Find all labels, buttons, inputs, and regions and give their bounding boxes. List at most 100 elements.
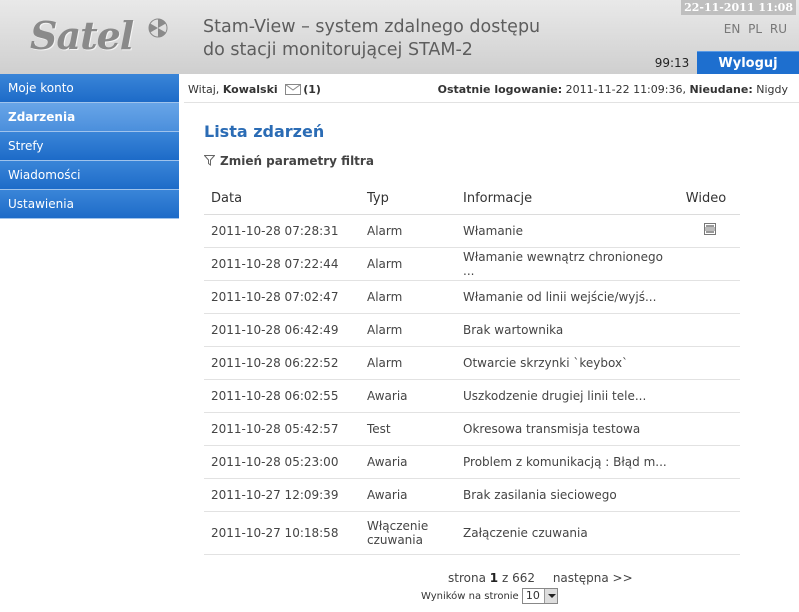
mail-icon[interactable]	[285, 83, 302, 95]
column-header-video: Wideo	[672, 184, 740, 215]
event-date: 2011-10-27 10:18:58	[204, 511, 360, 555]
event-info: Otwarcie skrzynki `keybox`	[456, 346, 672, 380]
logo-text: Satel	[30, 13, 134, 58]
event-video	[672, 313, 740, 347]
event-video	[672, 511, 740, 555]
column-header-info[interactable]: Informacje	[456, 184, 672, 215]
event-video	[672, 247, 740, 281]
event-video	[672, 478, 740, 512]
event-info: Włamanie	[456, 214, 672, 248]
chevron-down-icon	[543, 589, 557, 603]
results-per-page: Wyników na stronie 10	[421, 588, 558, 604]
event-type: Włączenie czuwania	[360, 511, 456, 555]
event-date: 2011-10-28 06:42:49	[204, 313, 360, 347]
table-row[interactable]: 2011-10-28 05:42:57 Test Okresowa transm…	[204, 412, 740, 446]
failed-logins-label: Nieudane:	[689, 83, 753, 96]
event-info: Problem z komunikacją : Błąd m...	[456, 445, 672, 479]
event-video	[672, 280, 740, 314]
results-per-page-select[interactable]: 10	[521, 588, 558, 604]
sidebar-item-strefy[interactable]: Strefy	[0, 132, 179, 161]
info-bar: Witaj, Kowalski (1) Ostatnie logowanie: …	[184, 79, 799, 103]
app-title: Stam-View – system zdalnego dostępu do s…	[203, 16, 623, 62]
next-page-link[interactable]: następna >>	[553, 571, 633, 585]
sidebar-item-moje-konto[interactable]: Moje konto	[0, 74, 179, 103]
current-datetime: 22-11-2011 11:08	[681, 0, 796, 15]
table-row[interactable]: 2011-10-27 12:09:39 Awaria Brak zasilani…	[204, 478, 740, 512]
event-info: Włamanie wewnątrz chronionego ...	[456, 247, 672, 281]
change-filter-link[interactable]: Zmień parametry filtra	[203, 154, 374, 168]
event-type: Test	[360, 412, 456, 446]
event-video	[672, 379, 740, 413]
column-header-type[interactable]: Typ	[360, 184, 456, 215]
pagination: strona 1 z 662 następna >>	[448, 571, 633, 585]
event-video	[672, 445, 740, 479]
event-date: 2011-10-28 07:22:44	[204, 247, 360, 281]
table-header-row: Data Typ Informacje Wideo	[204, 184, 740, 215]
app-title-line2: do stacji monitorującej STAM-2	[203, 40, 473, 60]
logout-button[interactable]: Wyloguj	[697, 51, 799, 74]
table-row[interactable]: 2011-10-28 05:23:00 Awaria Problem z kom…	[204, 445, 740, 479]
language-switcher: EN PL RU	[720, 22, 787, 36]
filter-icon	[203, 155, 216, 166]
event-type: Alarm	[360, 346, 456, 380]
event-type: Alarm	[360, 247, 456, 281]
event-type: Awaria	[360, 445, 456, 479]
event-info: Uszkodzenie drugiej linii tele...	[456, 379, 672, 413]
events-table: Data Typ Informacje Wideo 2011-10-28 07:…	[204, 184, 740, 555]
failed-logins-value: Nigdy	[756, 83, 788, 96]
event-date: 2011-10-28 07:02:47	[204, 280, 360, 314]
event-date: 2011-10-28 06:02:55	[204, 379, 360, 413]
message-count[interactable]: (1)	[303, 83, 321, 96]
event-date: 2011-10-28 05:42:57	[204, 412, 360, 446]
last-login-value: 2011-11-22 11:09:36,	[565, 83, 686, 96]
session-timer: 99:13	[654, 56, 690, 70]
user-name: Kowalski	[222, 83, 278, 96]
sidebar-item-wiadomosci[interactable]: Wiadomości	[0, 161, 179, 190]
event-date: 2011-10-28 06:22:52	[204, 346, 360, 380]
logo-star-icon	[148, 18, 168, 38]
page-prefix: strona	[448, 571, 486, 585]
page-separator: z	[501, 571, 509, 585]
greeting-prefix: Witaj,	[188, 83, 220, 96]
event-video	[672, 412, 740, 446]
table-row[interactable]: 2011-10-28 06:02:55 Awaria Uszkodzenie d…	[204, 379, 740, 413]
event-type: Alarm	[360, 280, 456, 314]
event-info: Brak wartownika	[456, 313, 672, 347]
event-date: 2011-10-28 07:28:31	[204, 214, 360, 248]
lang-ru-link[interactable]: RU	[770, 22, 787, 36]
app-title-line1: Stam-View – system zdalnego dostępu	[203, 17, 541, 37]
event-type: Alarm	[360, 313, 456, 347]
event-type: Awaria	[360, 478, 456, 512]
table-row[interactable]: 2011-10-27 10:18:58 Włączenie czuwania Z…	[204, 511, 740, 555]
table-row[interactable]: 2011-10-28 06:22:52 Alarm Otwarcie skrzy…	[204, 346, 740, 380]
lang-pl-link[interactable]: PL	[748, 22, 762, 36]
last-login-info: Ostatnie logowanie: 2011-11-22 11:09:36,…	[438, 79, 788, 101]
event-info: Włamanie od linii wejście/wyjś...	[456, 280, 672, 314]
video-film-icon[interactable]	[703, 223, 716, 235]
sidebar-item-ustawienia[interactable]: Ustawienia	[0, 190, 179, 219]
event-date: 2011-10-28 05:23:00	[204, 445, 360, 479]
results-per-page-value: 10	[525, 589, 540, 602]
current-page: 1	[489, 571, 499, 585]
event-info: Okresowa transmisja testowa	[456, 412, 672, 446]
results-per-page-label: Wyników na stronie	[421, 591, 519, 602]
event-info: Załączenie czuwania	[456, 511, 672, 555]
event-video	[672, 214, 740, 248]
event-video	[672, 346, 740, 380]
table-row[interactable]: 2011-10-28 07:22:44 Alarm Włamanie wewną…	[204, 247, 740, 281]
event-date: 2011-10-27 12:09:39	[204, 478, 360, 512]
event-type: Awaria	[360, 379, 456, 413]
change-filter-label: Zmień parametry filtra	[220, 154, 374, 168]
table-row[interactable]: 2011-10-28 07:28:31 Alarm Włamanie	[204, 214, 740, 248]
sidebar-item-zdarzenia[interactable]: Zdarzenia	[0, 103, 179, 132]
main-content: Lista zdarzeń Zmień parametry filtra Dat…	[184, 104, 799, 612]
header: Satel Stam-View – system zdalnego dostęp…	[0, 0, 799, 74]
lang-en-link[interactable]: EN	[724, 22, 741, 36]
table-row[interactable]: 2011-10-28 06:42:49 Alarm Brak wartownik…	[204, 313, 740, 347]
table-row[interactable]: 2011-10-28 07:02:47 Alarm Włamanie od li…	[204, 280, 740, 314]
greeting: Witaj, Kowalski (1)	[188, 79, 321, 101]
sidebar: Moje konto Zdarzenia Strefy Wiadomości U…	[0, 74, 179, 612]
event-type: Alarm	[360, 214, 456, 248]
last-login-label: Ostatnie logowanie:	[437, 83, 563, 96]
column-header-date[interactable]: Data	[204, 184, 360, 215]
